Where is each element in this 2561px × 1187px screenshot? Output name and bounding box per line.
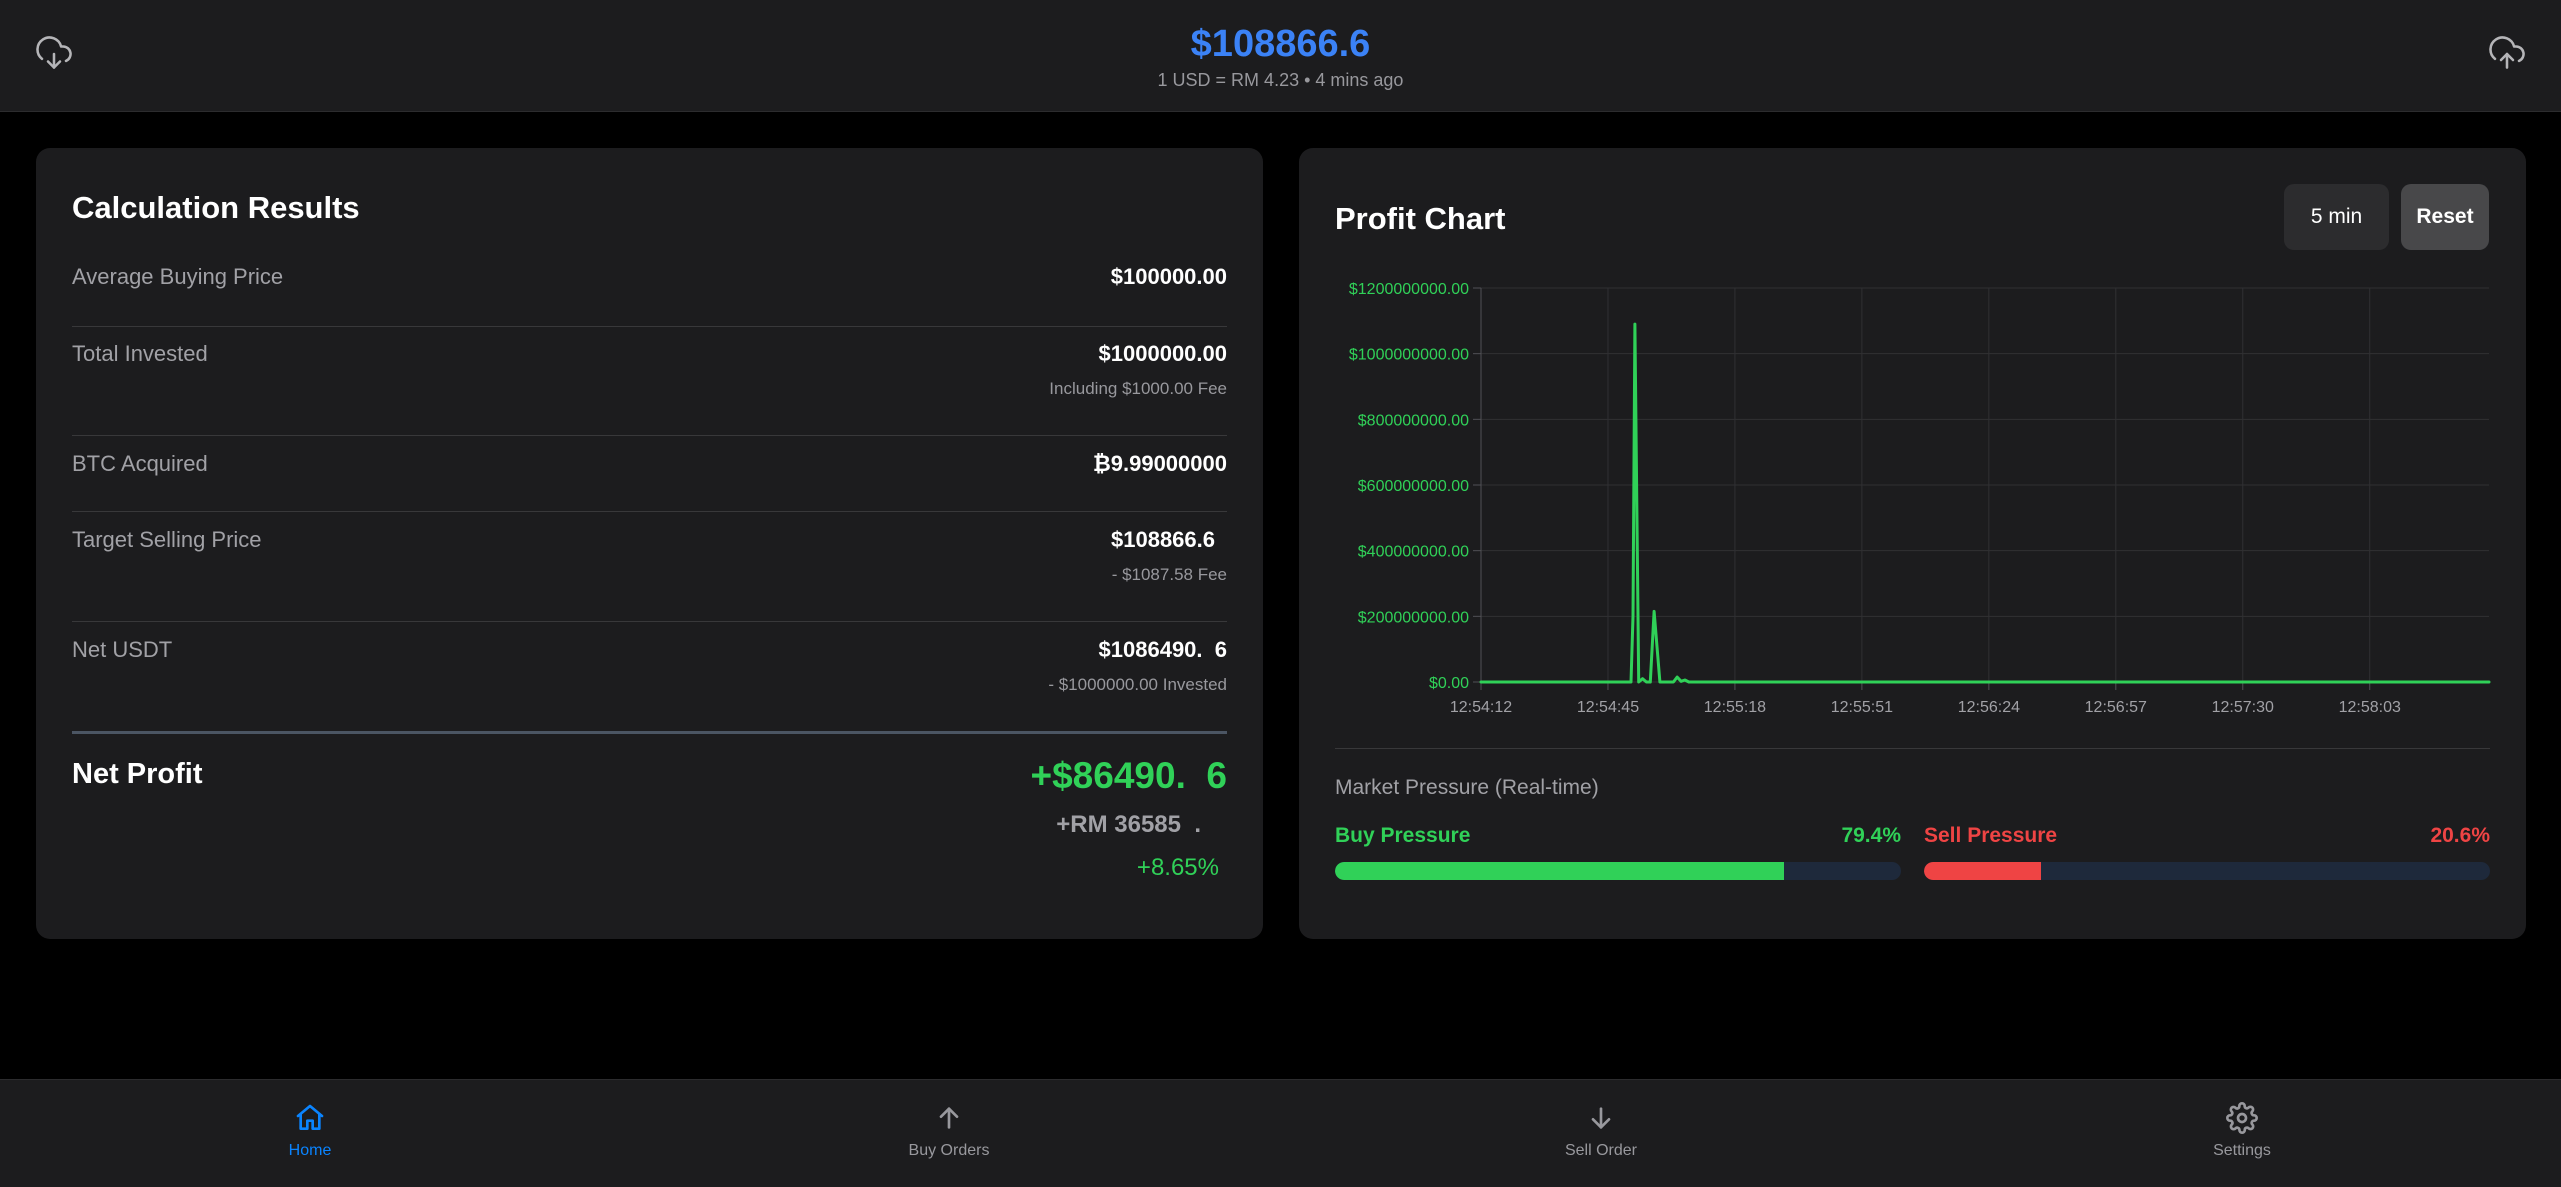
- y-tick-label: $1200000000.00: [1349, 281, 1469, 298]
- net-profit-value: +$86490. 6: [1030, 755, 1228, 796]
- net-profit-rm: +RM 36585 .: [1056, 811, 1201, 838]
- x-tick-label: 12:54:45: [1577, 699, 1639, 716]
- nav-item-label: Home: [288, 1142, 332, 1159]
- x-tick-label: 12:56:24: [1958, 699, 2020, 716]
- profit-series-line: [1479, 322, 2491, 684]
- row-label: BTC Acquired: [72, 451, 208, 476]
- market-pressure-title: Market Pressure (Real-time): [1335, 776, 1599, 799]
- nav-item-settings[interactable]: Settings: [2142, 1102, 2342, 1160]
- home-icon: [296, 1104, 324, 1130]
- x-tick-label: 12:58:03: [2339, 699, 2401, 716]
- sell-pressure-bar: [1924, 862, 2490, 880]
- buy-pressure-bar: [1335, 862, 1901, 880]
- bottom-navigation: Home Buy Orders Sell Order Settings: [0, 1079, 2561, 1187]
- pressure-divider: [1335, 748, 2490, 749]
- net-profit-label: Net Profit: [72, 758, 203, 790]
- nav-item-buy-orders[interactable]: Buy Orders: [849, 1102, 1049, 1160]
- row-note: - $1087.58 Fee: [1111, 565, 1227, 584]
- arrow-down-icon: [1591, 1107, 1611, 1129]
- row-label: Total Invested: [72, 341, 208, 366]
- row-label: Average Buying Price: [72, 264, 284, 289]
- sell-pressure-label: Sell Pressure: [1924, 824, 2058, 847]
- x-tick-label: 12:57:30: [2212, 699, 2274, 716]
- row-value: $1000000.00: [1098, 341, 1227, 366]
- buy-pressure-fill: [1335, 862, 1785, 880]
- calculation-results-card: Calculation Results Average Buying Price…: [36, 148, 1263, 939]
- price-display: $108866.6 1 USD = RM 4.23 • 4 mins ago: [0, 20, 2561, 91]
- net-profit-divider: [72, 731, 1227, 734]
- y-tick-label: $200000000.00: [1358, 609, 1469, 626]
- x-tick-label: 12:55:51: [1831, 699, 1893, 716]
- nav-item-home[interactable]: Home: [210, 1102, 410, 1160]
- gear-icon: [2226, 1102, 2258, 1134]
- row-note: Including $1000.00 Fee: [1049, 379, 1227, 398]
- x-tick-label: 12:56:57: [2085, 699, 2147, 716]
- sell-pressure-fill: [1924, 862, 2041, 880]
- buy-pressure-percent: 79.4%: [1841, 824, 1901, 847]
- profit-chart-card: Profit Chart 5 min Reset $1200000000.00 $…: [1299, 148, 2526, 939]
- row-note: - $1000000.00 Invested: [1048, 675, 1227, 694]
- nav-item-label: Settings: [2213, 1142, 2271, 1159]
- cloud-upload-icon[interactable]: [2487, 34, 2527, 74]
- row-value: $100000.00: [1110, 264, 1227, 289]
- arrow-up-icon: [939, 1107, 959, 1129]
- row-value: ₿9.99000000: [1092, 451, 1227, 476]
- net-profit-percent: +8.65%: [1136, 854, 1219, 881]
- y-tick-label: $600000000.00: [1358, 478, 1469, 495]
- buy-pressure-label: Buy Pressure: [1335, 824, 1471, 847]
- profit-line-chart: $1200000000.00 $1000000000.00 $800000000.0…: [1349, 281, 2491, 716]
- row-label: Net USDT: [72, 637, 173, 662]
- nav-item-label: Sell Order: [1564, 1142, 1638, 1159]
- sell-pressure-percent: 20.6%: [2430, 824, 2490, 847]
- result-row-target-selling-price: Target Selling Price $108866.6 - $1087.5…: [72, 527, 1227, 622]
- result-row-net-usdt: Net USDT $1086490. 6 - $1000000.00 Inves…: [72, 637, 1227, 731]
- nav-item-sell-order[interactable]: Sell Order: [1501, 1102, 1701, 1160]
- result-row-total-invested: Total Invested $1000000.00 Including $10…: [72, 341, 1227, 436]
- card-title: Calculation Results: [72, 190, 360, 225]
- y-tick-label: $0.00: [1429, 675, 1469, 692]
- y-tick-label: $800000000.00: [1358, 412, 1469, 429]
- row-label: Target Selling Price: [72, 527, 262, 552]
- result-row-average-buying-price: Average Buying Price $100000.00: [72, 264, 1227, 327]
- x-tick-label: 12:54:12: [1450, 699, 1512, 716]
- top-header: $108866.6 1 USD = RM 4.23 • 4 mins ago: [0, 0, 2561, 112]
- current-price: $108866.6: [1190, 23, 1371, 65]
- y-tick-label: $1000000000.00: [1349, 347, 1469, 364]
- y-tick-label: $400000000.00: [1358, 544, 1469, 561]
- x-tick-label: 12:55:18: [1704, 699, 1766, 716]
- result-row-btc-acquired: BTC Acquired ₿9.99000000: [72, 451, 1227, 512]
- exchange-rate-info: 1 USD = RM 4.23 • 4 mins ago: [1157, 70, 1404, 90]
- nav-item-label: Buy Orders: [908, 1142, 990, 1159]
- row-value: $108866.6: [1111, 527, 1215, 552]
- row-value: $1086490. 6: [1098, 637, 1227, 662]
